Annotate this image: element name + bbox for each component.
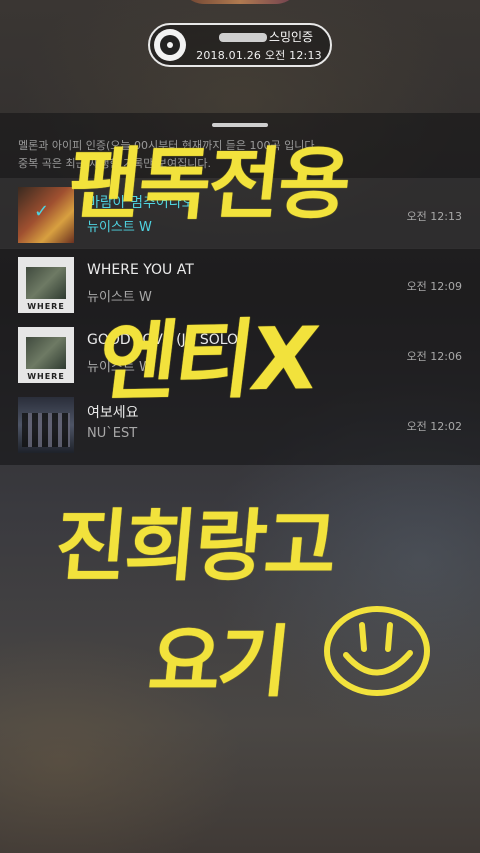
track-title: 여보세요 xyxy=(87,405,139,421)
album-art-text: WHERE xyxy=(27,302,65,311)
vinyl-disc-icon xyxy=(154,29,186,61)
track-title: GOOD LOVE (JR SOLO) xyxy=(87,332,244,348)
track-artist: 뉴이스트 W xyxy=(87,220,152,235)
checkmark-icon: ✓ xyxy=(34,201,50,222)
track-row[interactable]: ✓ 바람아 멈추어다오 뉴이스트 W 오전 12:13 xyxy=(0,178,480,248)
badge-title: 스밍인증 xyxy=(206,28,326,45)
track-artist: NU`EST xyxy=(87,426,138,441)
track-time: 오전 12:06 xyxy=(406,350,462,363)
notice-text: 멜론과 아이피 인증(오늘 00시부터 현재까지 듣은 100곡 입니다. 중복… xyxy=(18,137,468,173)
track-artist: 뉴이스트 W xyxy=(87,360,152,375)
track-title: 바람아 멈추어다오 xyxy=(87,195,195,211)
track-time: 오전 12:09 xyxy=(406,280,462,293)
badge-label: 스밍인증 xyxy=(268,30,314,44)
drag-handle[interactable] xyxy=(212,123,268,127)
track-time: 오전 12:13 xyxy=(406,210,462,223)
album-art: WHERE xyxy=(18,257,74,313)
badge-datetime: 2018.01.26 오전 12:13 xyxy=(196,49,322,62)
album-art-text: WHERE xyxy=(27,372,65,381)
track-title: WHERE YOU AT xyxy=(87,262,194,278)
album-art: WHERE xyxy=(18,327,74,383)
notice-line-2: 중복 곡은 최근 재생한 기록만 보여집니다. xyxy=(18,157,212,170)
streaming-verification-badge: 스밍인증 2018.01.26 오전 12:13 xyxy=(148,23,332,67)
track-row[interactable]: WHERE GOOD LOVE (JR SOLO) 뉴이스트 W 오전 12:0… xyxy=(0,318,480,388)
track-row[interactable]: 여보세요 NU`EST 오전 12:02 xyxy=(0,388,480,458)
track-artist: 뉴이스트 W xyxy=(87,290,152,305)
track-time: 오전 12:02 xyxy=(406,420,462,433)
redacted-username-scribble xyxy=(218,33,267,42)
album-art xyxy=(18,397,74,453)
notice-line-1: 멜론과 아이피 인증(오늘 00시부터 현재까지 듣은 100곡 입니다. xyxy=(18,139,319,152)
track-row[interactable]: WHERE WHERE YOU AT 뉴이스트 W 오전 12:09 xyxy=(0,248,480,318)
